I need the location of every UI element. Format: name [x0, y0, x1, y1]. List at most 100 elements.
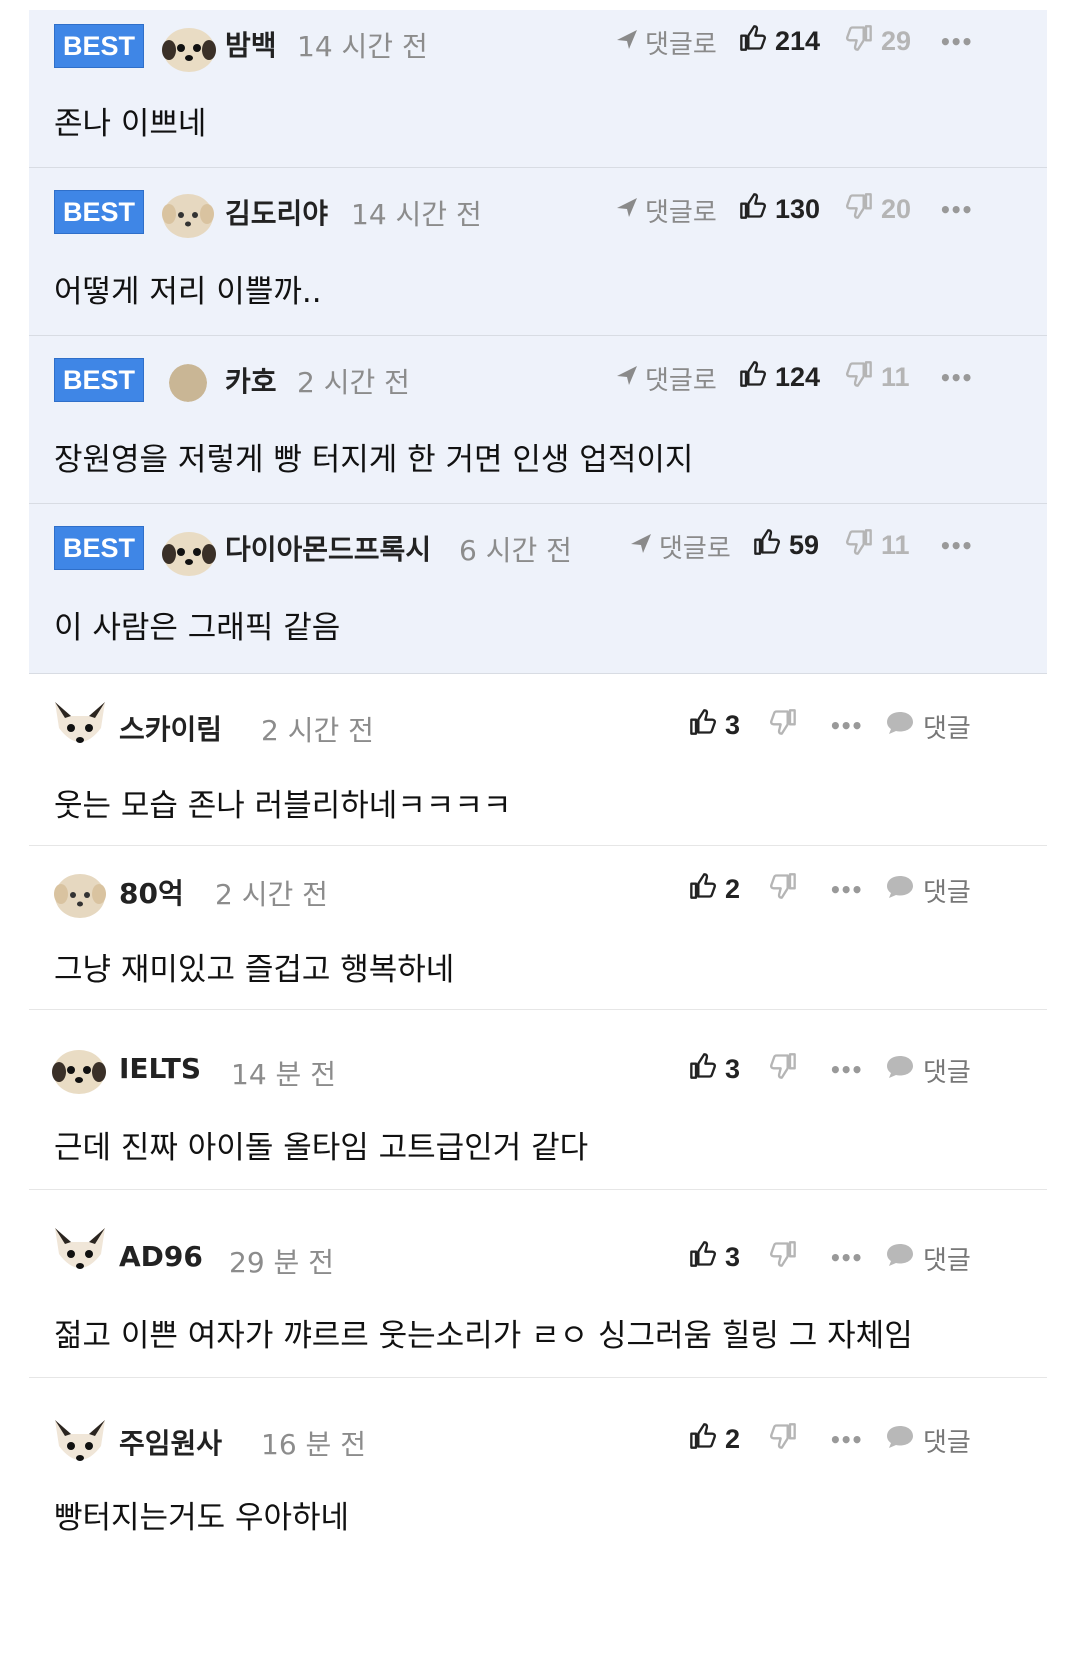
upvote-count: 2	[725, 874, 741, 904]
send-arrow-icon	[615, 195, 639, 226]
more-options-icon[interactable]: •••	[939, 366, 973, 390]
downvote-button[interactable]	[769, 1422, 797, 1457]
downvote-button[interactable]	[769, 1052, 797, 1087]
reply-to-link[interactable]: 댓글로	[629, 528, 731, 565]
timestamp: 16 분 전	[261, 1428, 366, 1461]
downvote-button[interactable]: 20	[845, 192, 911, 227]
pug-avatar-icon	[162, 28, 216, 72]
fox-avatar-icon	[55, 1228, 105, 1269]
default-avatar-icon	[169, 364, 207, 402]
timestamp: 29 분 전	[229, 1246, 334, 1279]
avatar[interactable]	[161, 524, 217, 580]
pug-avatar-icon	[52, 1050, 106, 1094]
more-options-icon[interactable]: •••	[829, 1246, 863, 1270]
thumbs-down-icon	[845, 24, 873, 59]
thumbs-down-icon	[845, 360, 873, 395]
more-options-icon[interactable]: •••	[829, 714, 863, 738]
speech-bubble-icon	[885, 1424, 915, 1457]
speech-bubble-icon	[885, 710, 915, 743]
downvote-button[interactable]: 29	[845, 24, 911, 59]
more-options-icon[interactable]: •••	[829, 878, 863, 902]
avatar[interactable]	[169, 364, 207, 402]
downvote-button[interactable]	[769, 872, 797, 907]
avatar[interactable]	[51, 1416, 109, 1474]
upvote-count: 3	[725, 1242, 741, 1272]
upvote-button[interactable]: 3	[689, 1052, 740, 1087]
downvote-button[interactable]	[769, 708, 797, 743]
upvote-count: 130	[775, 194, 821, 224]
downvote-count: 11	[881, 530, 910, 560]
username[interactable]: 김도리야	[225, 192, 328, 232]
more-options-icon[interactable]: •••	[829, 1058, 863, 1082]
comment: 주임원사 16 분 전 2 ••• 댓글 빵터지는거도 우아하네	[29, 1378, 1047, 1661]
send-arrow-icon	[615, 27, 639, 58]
upvote-button[interactable]: 3	[689, 1240, 740, 1275]
upvote-button[interactable]: 2	[689, 872, 740, 907]
reply-button[interactable]: 댓글	[885, 872, 971, 909]
thumbs-up-icon	[689, 708, 717, 743]
best-comment: BEST 김도리야 14 시간 전 댓글로 130 20 ••• 어떻게 저리 …	[29, 168, 1047, 336]
reply-button[interactable]: 댓글	[885, 708, 971, 745]
username[interactable]: 80억	[119, 872, 184, 912]
reply-button[interactable]: 댓글	[885, 1422, 971, 1459]
thumbs-up-icon	[753, 528, 781, 563]
reply-to-link[interactable]: 댓글로	[615, 360, 717, 397]
downvote-button[interactable]	[769, 1240, 797, 1275]
upvote-count: 2	[725, 1424, 741, 1454]
username[interactable]: 카호	[225, 360, 277, 400]
reply-to-label: 댓글로	[659, 534, 731, 564]
best-badge: BEST	[54, 24, 144, 68]
downvote-button[interactable]: 11	[845, 360, 910, 395]
upvote-button[interactable]: 130	[739, 192, 820, 227]
thumbs-down-icon	[769, 1240, 797, 1275]
speech-bubble-icon	[885, 1242, 915, 1275]
more-options-icon[interactable]: •••	[939, 534, 973, 558]
reply-button[interactable]: 댓글	[885, 1240, 971, 1277]
username[interactable]: AD96	[119, 1240, 203, 1273]
avatar[interactable]	[161, 20, 217, 76]
timestamp: 14 분 전	[231, 1058, 336, 1091]
thumbs-down-icon	[769, 708, 797, 743]
more-options-icon[interactable]: •••	[939, 198, 973, 222]
comment: 80억 2 시간 전 2 ••• 댓글 그냥 재미있고 즐겁고 행복하네	[29, 846, 1047, 1010]
avatar[interactable]	[51, 1224, 109, 1282]
avatar[interactable]	[51, 698, 109, 756]
timestamp: 2 시간 전	[261, 714, 374, 747]
comment-text: 빵터지는거도 우아하네	[54, 1500, 350, 1536]
upvote-button[interactable]: 59	[753, 528, 819, 563]
comment-text: 존나 이쁘네	[54, 106, 207, 142]
reply-to-link[interactable]: 댓글로	[615, 192, 717, 229]
thumbs-up-icon	[739, 192, 767, 227]
upvote-button[interactable]: 124	[739, 360, 820, 395]
username[interactable]: 밤백	[225, 24, 277, 64]
send-arrow-icon	[629, 531, 653, 562]
speech-bubble-icon	[885, 874, 915, 907]
more-options-icon[interactable]: •••	[939, 30, 973, 54]
username[interactable]: IELTS	[119, 1052, 201, 1085]
downvote-button[interactable]: 11	[845, 528, 910, 563]
timestamp: 14 시간 전	[297, 30, 428, 63]
avatar[interactable]	[161, 188, 215, 242]
comment: 스카이림 2 시간 전 3 ••• 댓글 웃는 모습 존나 러블리하네ㅋㅋㅋㅋ	[29, 674, 1047, 846]
thumbs-down-icon	[845, 528, 873, 563]
best-comment: BEST 밤백 14 시간 전 댓글로 214 29 ••• 존나 이쁘네	[29, 10, 1047, 168]
reply-to-link[interactable]: 댓글로	[615, 24, 717, 61]
puppy-avatar-icon	[54, 874, 106, 918]
upvote-button[interactable]: 2	[689, 1422, 740, 1457]
username[interactable]: 주임원사	[119, 1422, 222, 1462]
avatar[interactable]	[53, 868, 107, 922]
pug-avatar-icon	[162, 532, 216, 576]
reply-label: 댓글	[923, 1428, 971, 1458]
timestamp: 14 시간 전	[351, 198, 482, 231]
best-comment: BEST 다이아몬드프록시 6 시간 전 댓글로 59 11 ••• 이 사람은…	[29, 504, 1047, 674]
username[interactable]: 다이아몬드프록시	[225, 528, 431, 568]
upvote-button[interactable]: 3	[689, 708, 740, 743]
more-options-icon[interactable]: •••	[829, 1428, 863, 1452]
avatar[interactable]	[51, 1042, 107, 1098]
reply-label: 댓글	[923, 878, 971, 908]
upvote-button[interactable]: 214	[739, 24, 820, 59]
comment-text: 근데 진짜 아이돌 올타임 고트급인거 같다	[54, 1130, 589, 1166]
reply-label: 댓글	[923, 1246, 971, 1276]
username[interactable]: 스카이림	[119, 708, 222, 748]
reply-button[interactable]: 댓글	[885, 1052, 971, 1089]
